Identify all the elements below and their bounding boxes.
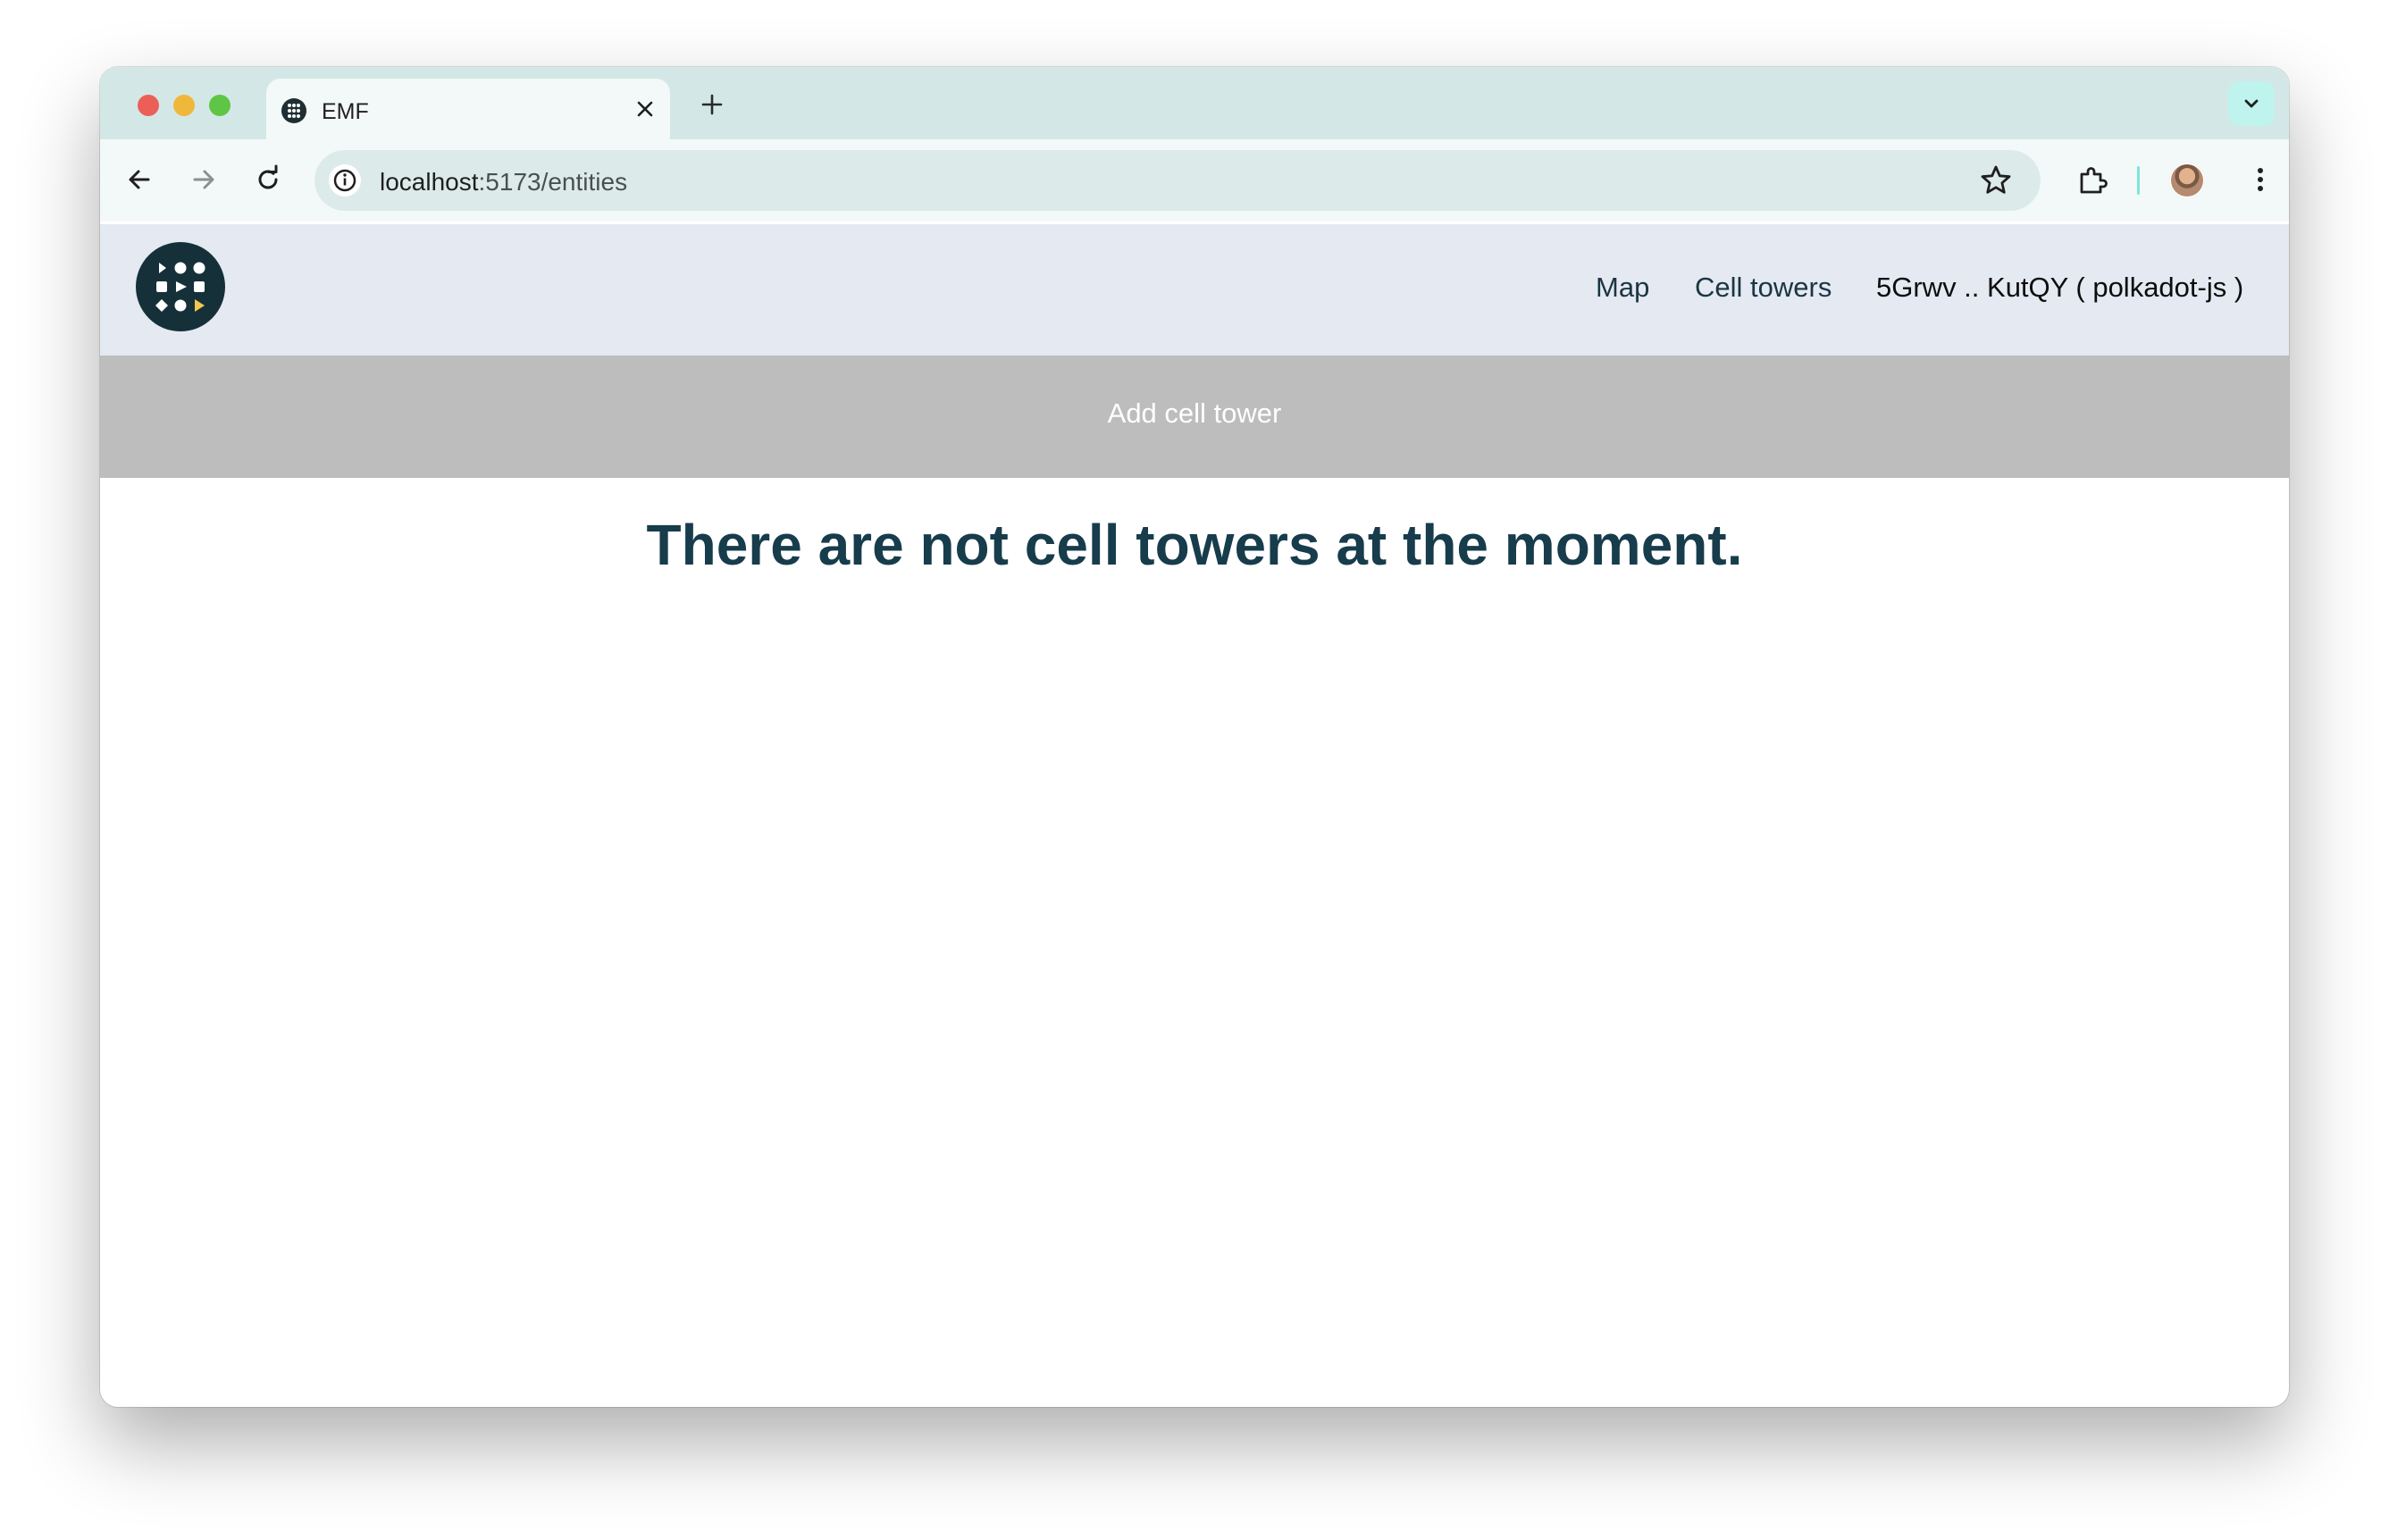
new-tab-icon[interactable] — [699, 91, 725, 118]
add-cell-tower-label: Add cell tower — [1107, 398, 1282, 429]
url-text: localhost:5173/entities — [380, 168, 627, 197]
nav-link-cell-towers[interactable]: Cell towers — [1695, 272, 1832, 304]
close-window-button[interactable] — [138, 95, 159, 116]
url-path: :5173/entities — [478, 168, 628, 196]
add-cell-tower-button[interactable]: Add cell tower — [100, 356, 2289, 478]
browser-toolbar: localhost:5173/entities — [100, 139, 2289, 222]
empty-state-heading: There are not cell towers at the moment. — [646, 513, 1743, 577]
star-icon[interactable] — [1978, 163, 2014, 198]
site-info-icon[interactable] — [327, 163, 363, 198]
profile-avatar[interactable] — [2169, 163, 2205, 198]
back-arrow-icon[interactable] — [123, 163, 155, 196]
extensions-puzzle-icon[interactable] — [2075, 163, 2110, 198]
account-selector[interactable]: 5Grwv .. KutQY ( polkadot-js ) — [1876, 272, 2243, 304]
tab-title: EMF — [322, 99, 369, 124]
minimize-window-button[interactable] — [173, 95, 195, 116]
app-logo-icon[interactable] — [136, 242, 225, 331]
tab-emf[interactable]: EMF — [266, 79, 670, 139]
forward-arrow-icon[interactable] — [188, 163, 220, 196]
nav-link-map[interactable]: Map — [1596, 272, 1649, 304]
browser-window: EMF localhost:5173/entities Map Cell tow… — [100, 67, 2289, 1407]
tab-strip: EMF — [100, 67, 2289, 139]
close-tab-icon[interactable] — [634, 98, 656, 120]
toolbar-divider — [2137, 166, 2140, 195]
app-header: Map Cell towers 5Grwv .. KutQY ( polkado… — [100, 224, 2289, 356]
globe-icon — [281, 98, 306, 123]
chevron-down-icon — [2244, 99, 2259, 108]
tab-search-button[interactable] — [2228, 81, 2275, 126]
reload-icon[interactable] — [252, 163, 284, 196]
more-menu-icon[interactable] — [2244, 163, 2276, 196]
address-bar[interactable]: localhost:5173/entities — [314, 150, 2041, 211]
url-host: localhost — [380, 168, 479, 196]
maximize-window-button[interactable] — [209, 95, 231, 116]
